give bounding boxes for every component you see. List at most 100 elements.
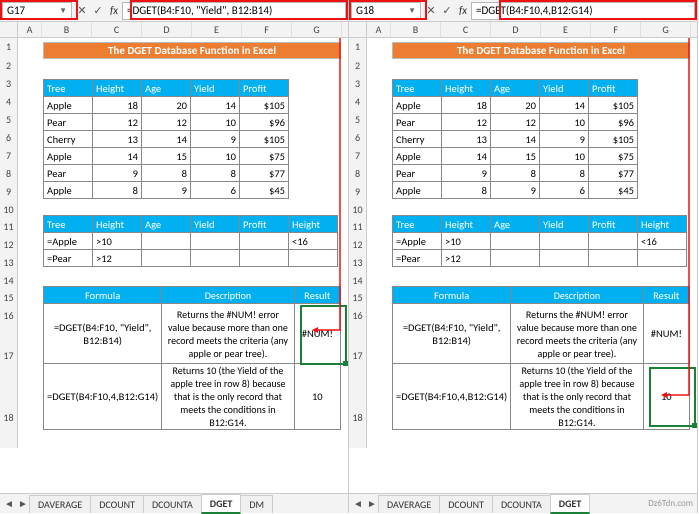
rowhead[interactable]: 10: [349, 200, 367, 218]
colhead-b[interactable]: B: [391, 22, 441, 37]
tab-nav-next-icon[interactable]: ►: [16, 497, 30, 510]
colhead-a[interactable]: A: [367, 22, 391, 37]
rowhead[interactable]: 5: [0, 110, 18, 128]
rowhead[interactable]: 2: [349, 55, 367, 75]
rowhead[interactable]: 4: [0, 92, 18, 110]
rowhead[interactable]: 12: [349, 235, 367, 253]
rowhead[interactable]: 3: [349, 75, 367, 92]
tab-nav-prev-icon[interactable]: ◄: [351, 497, 365, 510]
fx-icon[interactable]: fx: [106, 2, 122, 20]
cancel-icon[interactable]: ✕: [74, 2, 90, 20]
rowhead[interactable]: 3: [0, 75, 18, 92]
sheet-tab[interactable]: DAVERAGE: [29, 495, 91, 513]
sheet-tab[interactable]: DCOUNT: [90, 495, 144, 513]
watermark: Dz6Tdn.com: [648, 498, 697, 509]
sheet-tab[interactable]: DCOUNT: [439, 495, 493, 513]
colhead-g[interactable]: G: [641, 22, 691, 37]
result-cell-g18[interactable]: 10: [294, 364, 340, 430]
rowhead[interactable]: 9: [349, 182, 367, 200]
rowhead[interactable]: 7: [349, 146, 367, 164]
rowhead[interactable]: 6: [349, 128, 367, 146]
result-cell-g17[interactable]: #NUM!: [643, 304, 689, 364]
sheet-tabs: ◄ ► DAVERAGE DCOUNT DCOUNTA DGET Dz6Tdn.…: [349, 493, 697, 513]
colhead-d[interactable]: D: [491, 22, 541, 37]
rowhead[interactable]: 11: [0, 218, 18, 235]
formula-input[interactable]: =DGET(B4:F10,4,B12:G14): [471, 2, 695, 20]
table-row: =Pear>12: [393, 250, 687, 267]
table-row: =DGET(B4:F10,4,B12:G14) Returns 10 (the …: [393, 364, 690, 430]
enter-icon[interactable]: ✓: [90, 2, 106, 20]
namebox-dropdown-icon[interactable]: ▼: [408, 3, 416, 19]
sheet-tab-active[interactable]: DGET: [201, 494, 242, 514]
sheet-tabs: ◄ ► DAVERAGE DCOUNT DCOUNTA DGET DM: [0, 493, 348, 513]
table-row: Cherry13149$105: [44, 131, 289, 148]
tab-nav-next-icon[interactable]: ►: [365, 497, 379, 510]
select-all-triangle[interactable]: [0, 22, 18, 37]
colhead-g[interactable]: G: [292, 22, 342, 37]
name-box[interactable]: G17 ▼: [2, 2, 72, 20]
colhead-f[interactable]: F: [591, 22, 641, 37]
rowhead[interactable]: 5: [349, 110, 367, 128]
rowhead[interactable]: 1: [0, 38, 18, 55]
rowhead[interactable]: 15: [349, 289, 367, 306]
grid-body[interactable]: 1 2 3 4 5 6 7 8 9 10 11 12 13 14 15 16 1…: [349, 38, 697, 493]
column-headers: A B C D E F G: [349, 22, 697, 38]
rowhead[interactable]: 17: [0, 324, 18, 386]
formula-input[interactable]: =DGET(B4:F10, "Yield", B12:B14): [122, 2, 346, 20]
rowhead[interactable]: 13: [349, 253, 367, 271]
sheet-tab[interactable]: DM: [240, 495, 273, 513]
rowhead[interactable]: 16: [0, 306, 18, 324]
result-cell-g17[interactable]: #NUM!: [294, 304, 340, 364]
table-row: Pear121210$96: [44, 114, 289, 131]
select-all-triangle[interactable]: [349, 22, 367, 37]
formula-bar: G18 ▼ ✕ ✓ fx =DGET(B4:F10,4,B12:G14): [349, 0, 697, 22]
colhead-d[interactable]: D: [142, 22, 192, 37]
rowhead[interactable]: 6: [0, 128, 18, 146]
namebox-dropdown-icon[interactable]: ▼: [59, 3, 67, 19]
rowhead[interactable]: 8: [349, 164, 367, 182]
colhead-b[interactable]: B: [42, 22, 92, 37]
rowhead[interactable]: 18: [349, 386, 367, 448]
name-box[interactable]: G18 ▼: [351, 2, 421, 20]
rowhead[interactable]: 4: [349, 92, 367, 110]
rowhead[interactable]: 15: [0, 289, 18, 306]
colhead-c[interactable]: C: [92, 22, 142, 37]
colhead-f[interactable]: F: [242, 22, 292, 37]
rowhead[interactable]: 16: [349, 306, 367, 324]
sheet-tab-active[interactable]: DGET: [550, 494, 591, 514]
rowhead[interactable]: 18: [0, 386, 18, 448]
table-row: =Apple>10<16: [393, 233, 687, 250]
rowhead[interactable]: 2: [0, 55, 18, 75]
result-cell-g18[interactable]: 10: [643, 364, 689, 430]
rowhead[interactable]: 10: [0, 200, 18, 218]
table-row: Apple896$45: [44, 182, 289, 199]
rowhead[interactable]: 17: [349, 324, 367, 386]
rowhead[interactable]: 14: [0, 271, 18, 289]
enter-icon[interactable]: ✓: [439, 2, 455, 20]
sheet-tab[interactable]: DAVERAGE: [378, 495, 440, 513]
tab-nav-prev-icon[interactable]: ◄: [2, 497, 16, 510]
sheet-tab[interactable]: DCOUNTA: [492, 495, 551, 513]
colhead-e[interactable]: E: [192, 22, 242, 37]
fx-icon[interactable]: fx: [455, 2, 471, 20]
rowhead[interactable]: 14: [349, 271, 367, 289]
sheet-tab[interactable]: DCOUNTA: [143, 495, 202, 513]
colhead-a[interactable]: A: [18, 22, 42, 37]
rowhead[interactable]: 8: [0, 164, 18, 182]
rowhead[interactable]: 12: [0, 235, 18, 253]
rowhead[interactable]: 1: [349, 38, 367, 55]
rowhead[interactable]: 9: [0, 182, 18, 200]
colhead-e[interactable]: E: [541, 22, 591, 37]
column-headers: A B C D E F G: [0, 22, 348, 38]
left-pane: G17 ▼ ✕ ✓ fx =DGET(B4:F10, "Yield", B12:…: [0, 0, 349, 513]
cancel-icon[interactable]: ✕: [423, 2, 439, 20]
rowhead[interactable]: 13: [0, 253, 18, 271]
rowhead[interactable]: 7: [0, 146, 18, 164]
fill-handle[interactable]: [692, 423, 697, 428]
colhead-c[interactable]: C: [441, 22, 491, 37]
grid-body[interactable]: 1 2 3 4 5 6 7 8 9 10 11 12 13 14 15 16 1…: [0, 38, 348, 493]
results-table: Formula Description Result =DGET(B4:F10,…: [43, 286, 341, 430]
fill-handle[interactable]: [343, 361, 348, 366]
results-table: Formula Description Result =DGET(B4:F10,…: [392, 286, 690, 430]
rowhead[interactable]: 11: [349, 218, 367, 235]
